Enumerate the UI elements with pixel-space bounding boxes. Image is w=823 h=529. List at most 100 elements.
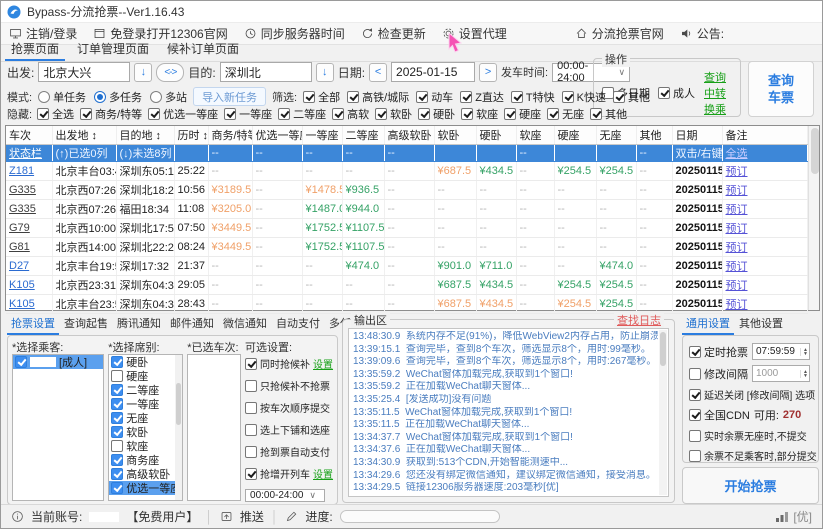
timed-grab-checkbox[interactable]: 定时抢票 bbox=[689, 344, 748, 360]
hide-checkbox[interactable]: 全选 bbox=[37, 106, 74, 122]
seat-list-scrollbar-thumb[interactable] bbox=[176, 383, 181, 425]
train-link[interactable]: K105 bbox=[9, 279, 35, 291]
sync-time-button[interactable]: 同步服务器时间 bbox=[244, 25, 345, 42]
passenger-listbox[interactable]: [成人] bbox=[12, 354, 104, 501]
page-tab[interactable]: 抢票页面 bbox=[5, 40, 65, 61]
hide-checkbox[interactable]: 一等座 bbox=[224, 106, 272, 122]
filter-checkbox[interactable]: Z直达 bbox=[460, 89, 504, 105]
train-link[interactable]: Z181 bbox=[9, 165, 34, 177]
column-header[interactable]: 车次 bbox=[6, 126, 52, 145]
column-header[interactable]: 目的地 ↕ bbox=[116, 126, 174, 145]
filter-checkbox[interactable]: T特快 bbox=[511, 89, 555, 105]
interval-spinner[interactable]: 1000▲▼ bbox=[752, 365, 810, 382]
seat-type-checkbox[interactable] bbox=[111, 468, 123, 480]
date-input[interactable] bbox=[391, 62, 475, 82]
train-link[interactable]: D27 bbox=[9, 260, 29, 272]
partial-submit-checkbox[interactable]: 余票不足乘客时,部分提交 bbox=[689, 448, 817, 463]
start-grab-button[interactable]: 开始抢票 bbox=[682, 467, 819, 504]
column-header[interactable]: 软座 bbox=[516, 126, 554, 145]
setting-link[interactable]: 设置 bbox=[313, 356, 333, 371]
hide-checkbox[interactable]: 硬座 bbox=[504, 106, 541, 122]
seat-list-scrollbar[interactable] bbox=[175, 355, 182, 500]
column-header[interactable]: 出发地 ↕ bbox=[52, 126, 116, 145]
train-link[interactable]: G79 bbox=[9, 222, 30, 234]
timed-grab-spinner[interactable]: 07:59:59▲▼ bbox=[752, 343, 810, 360]
general-tab[interactable]: 其他设置 bbox=[735, 315, 787, 335]
seat-type-item[interactable]: 商务座 bbox=[109, 453, 182, 467]
query-tickets-button[interactable]: 查询车票 bbox=[748, 61, 814, 117]
seat-type-checkbox[interactable] bbox=[111, 412, 123, 424]
column-header[interactable]: 硬卧 bbox=[476, 126, 516, 145]
seat-type-item[interactable]: 硬座 bbox=[109, 369, 182, 383]
seat-type-item[interactable]: 硬卧 bbox=[109, 355, 182, 369]
column-header[interactable]: 高级软卧 bbox=[384, 126, 434, 145]
column-header[interactable]: 无座 bbox=[596, 126, 636, 145]
filter-checkbox[interactable]: 其他 bbox=[613, 89, 650, 105]
prev-date-button[interactable]: < bbox=[369, 63, 387, 82]
transfer-query-link[interactable]: 查询中转换乘 bbox=[704, 69, 734, 117]
column-header[interactable]: 二等座 bbox=[342, 126, 384, 145]
seat-type-listbox[interactable]: 硬卧 硬座 二等座 bbox=[108, 354, 183, 501]
setting-link[interactable]: 设置 bbox=[313, 466, 333, 481]
hide-checkbox[interactable]: 硬卧 bbox=[418, 106, 455, 122]
grab-time-select[interactable]: 00:00-24:00 ∨ bbox=[245, 489, 325, 502]
to-dropdown-button[interactable]: ↓ bbox=[316, 63, 334, 82]
book-link[interactable]: 预订 bbox=[726, 299, 748, 311]
interval-checkbox[interactable]: 修改间隔 bbox=[689, 366, 748, 382]
settings-tab[interactable]: 抢票设置 bbox=[7, 315, 59, 335]
book-link[interactable]: 预订 bbox=[726, 242, 748, 254]
hide-checkbox[interactable]: 高软 bbox=[332, 106, 369, 122]
seat-type-item[interactable]: 软座 bbox=[109, 439, 182, 453]
no-standing-checkbox[interactable]: 实时余票无座时,不提交 bbox=[689, 428, 807, 443]
page-tab[interactable]: 订单管理页面 bbox=[71, 40, 155, 61]
column-header[interactable]: 优选一等座 bbox=[252, 126, 302, 145]
find-log-link[interactable]: 查找日志 bbox=[614, 312, 664, 328]
hide-checkbox[interactable]: 商务/特等 bbox=[80, 106, 142, 122]
seat-type-item[interactable]: 一等座 bbox=[109, 397, 182, 411]
spinner-arrows-icon[interactable]: ▲▼ bbox=[800, 348, 808, 356]
check-update-button[interactable]: 检查更新 bbox=[361, 25, 426, 42]
seat-type-item[interactable]: 二等座 bbox=[109, 383, 182, 397]
select-all-link[interactable]: 全选 bbox=[726, 148, 748, 160]
column-header[interactable]: 硬座 bbox=[554, 126, 596, 145]
hide-checkbox[interactable]: 无座 bbox=[547, 106, 584, 122]
seat-type-item[interactable]: 高级软卧 bbox=[109, 467, 182, 481]
table-scrollbar-thumb[interactable] bbox=[811, 128, 819, 174]
passenger-item[interactable]: [成人] bbox=[13, 355, 103, 369]
hide-checkbox[interactable]: 软卧 bbox=[375, 106, 412, 122]
seat-type-checkbox[interactable] bbox=[111, 398, 123, 410]
book-link[interactable]: 预订 bbox=[726, 166, 748, 178]
from-dropdown-button[interactable]: ↓ bbox=[134, 63, 152, 82]
swap-stations-button[interactable]: <-> bbox=[156, 63, 184, 82]
to-station-input[interactable] bbox=[220, 62, 312, 82]
settings-tab[interactable]: 自动支付 bbox=[272, 315, 324, 335]
settings-tab[interactable]: 腾讯通知 bbox=[113, 315, 165, 335]
column-header[interactable]: 一等座 bbox=[302, 126, 342, 145]
filter-checkbox[interactable]: 全部 bbox=[303, 89, 340, 105]
settings-tab[interactable]: 微信通知 bbox=[219, 315, 271, 335]
seat-type-checkbox[interactable] bbox=[111, 370, 123, 382]
import-task-button[interactable]: 导入新任务 bbox=[193, 87, 266, 106]
general-tab[interactable]: 通用设置 bbox=[682, 315, 734, 335]
seat-type-checkbox[interactable] bbox=[111, 356, 123, 368]
train-link[interactable]: G335 bbox=[9, 203, 36, 215]
train-link[interactable]: G81 bbox=[9, 241, 30, 253]
column-header[interactable]: 其他 bbox=[636, 126, 672, 145]
cdn-checkbox[interactable]: 全国CDN bbox=[689, 407, 750, 423]
seat-type-item[interactable]: 优选一等座 bbox=[109, 481, 182, 495]
optional-setting-checkbox[interactable]: 抢到票自动支付 bbox=[245, 445, 333, 458]
log-scrollbar-thumb[interactable] bbox=[660, 332, 666, 366]
book-link[interactable]: 预订 bbox=[726, 204, 748, 216]
status-bar-link[interactable]: 状态栏 bbox=[9, 148, 42, 160]
hide-checkbox[interactable]: 二等座 bbox=[278, 106, 326, 122]
seat-type-checkbox[interactable] bbox=[111, 426, 123, 438]
adult-checkbox[interactable]: 成人 bbox=[658, 85, 704, 101]
mode-radio[interactable]: 多站 bbox=[150, 89, 187, 105]
seat-type-checkbox[interactable] bbox=[111, 482, 123, 494]
seat-type-checkbox[interactable] bbox=[111, 454, 123, 466]
seat-type-item[interactable]: 无座 bbox=[109, 411, 182, 425]
optional-setting-checkbox[interactable]: 抢增开列车 设置 bbox=[245, 467, 333, 480]
hide-checkbox[interactable]: 其他 bbox=[590, 106, 627, 122]
book-link[interactable]: 预订 bbox=[726, 185, 748, 197]
official-site-link[interactable]: 分流抢票官网 bbox=[575, 25, 664, 42]
